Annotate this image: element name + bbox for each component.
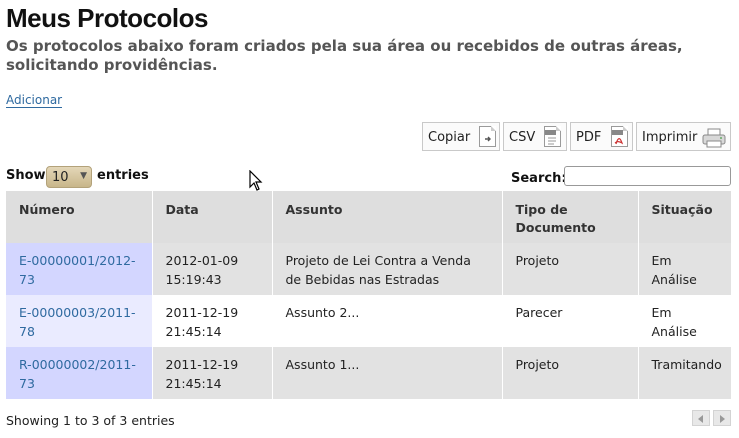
table-info: Showing 1 to 3 of 3 entries	[6, 413, 175, 428]
cell-data: 2012-01-09 15:19:43	[152, 243, 273, 295]
table-row: R-00000002/2011-73 2011-12-19 21:45:14 A…	[6, 347, 731, 399]
table-row: E-00000001/2012-73 2012-01-09 15:19:43 P…	[6, 243, 731, 295]
cell-data: 2011-12-19 21:45:14	[152, 295, 273, 347]
entries-label: entries	[97, 168, 149, 183]
print-button[interactable]: Imprimir	[636, 122, 731, 151]
next-page-button[interactable]	[713, 410, 731, 426]
protocol-link[interactable]: E-00000003/2011-78	[19, 305, 136, 339]
cell-numero: E-00000001/2012-73	[6, 243, 153, 295]
column-header-tipo[interactable]: Tipo de Documento	[502, 191, 639, 243]
previous-page-button[interactable]	[692, 410, 710, 426]
cell-assunto: Projeto de Lei Contra a Venda de Bebidas…	[272, 243, 503, 295]
entries-length-select[interactable]: 10 ▼	[46, 166, 92, 188]
cell-numero: E-00000003/2011-78	[6, 295, 153, 347]
search-label: Search:	[511, 171, 567, 186]
column-header-numero[interactable]: Número	[6, 191, 153, 243]
protocols-table: Número Data Assunto Tipo de Documento Si…	[6, 191, 731, 399]
protocol-link[interactable]: E-00000001/2012-73	[19, 253, 136, 287]
csv-button-label: CSV	[509, 130, 536, 145]
protocol-link[interactable]: R-00000002/2011-73	[19, 357, 136, 391]
copy-button[interactable]: Copiar	[422, 122, 500, 151]
print-button-label: Imprimir	[642, 130, 698, 145]
entries-length-value: 10	[52, 170, 69, 185]
cell-assunto: Assunto 2...	[272, 295, 503, 347]
add-protocol-link[interactable]: Adicionar	[6, 94, 63, 108]
search-input[interactable]	[564, 166, 731, 186]
cell-assunto: Assunto 1...	[272, 347, 503, 399]
column-header-assunto[interactable]: Assunto	[272, 191, 503, 243]
pdf-button-label: PDF	[576, 130, 602, 145]
show-label: Show	[6, 168, 46, 183]
page-title: Meus Protocolos	[6, 3, 208, 33]
cell-tipo: Projeto	[502, 243, 639, 295]
column-header-data[interactable]: Data	[152, 191, 273, 243]
cell-data: 2011-12-19 21:45:14	[152, 347, 273, 399]
cell-tipo: Projeto	[502, 347, 639, 399]
cell-situacao: Em Análise	[638, 243, 731, 295]
cell-situacao: Tramitando	[638, 347, 731, 399]
table-header-row: Número Data Assunto Tipo de Documento Si…	[6, 191, 731, 243]
previous-arrow-icon	[698, 415, 703, 423]
mouse-pointer-icon	[249, 170, 263, 191]
csv-document-icon	[544, 126, 561, 147]
table-row: E-00000003/2011-78 2011-12-19 21:45:14 A…	[6, 295, 731, 347]
copy-document-icon	[479, 126, 496, 147]
copy-button-label: Copiar	[428, 130, 471, 145]
csv-button[interactable]: CSV	[503, 122, 567, 151]
cell-tipo: Parecer	[502, 295, 639, 347]
column-header-situacao[interactable]: Situação	[638, 191, 731, 243]
next-arrow-icon	[720, 415, 725, 423]
pdf-button[interactable]: PDF	[570, 122, 633, 151]
cell-numero: R-00000002/2011-73	[6, 347, 153, 399]
printer-icon	[702, 128, 726, 148]
page-subtitle: Os protocolos abaixo foram criados pela …	[6, 37, 683, 74]
pdf-document-icon	[611, 126, 628, 147]
chevron-down-icon: ▼	[80, 171, 87, 181]
cell-situacao: Em Análise	[638, 295, 731, 347]
